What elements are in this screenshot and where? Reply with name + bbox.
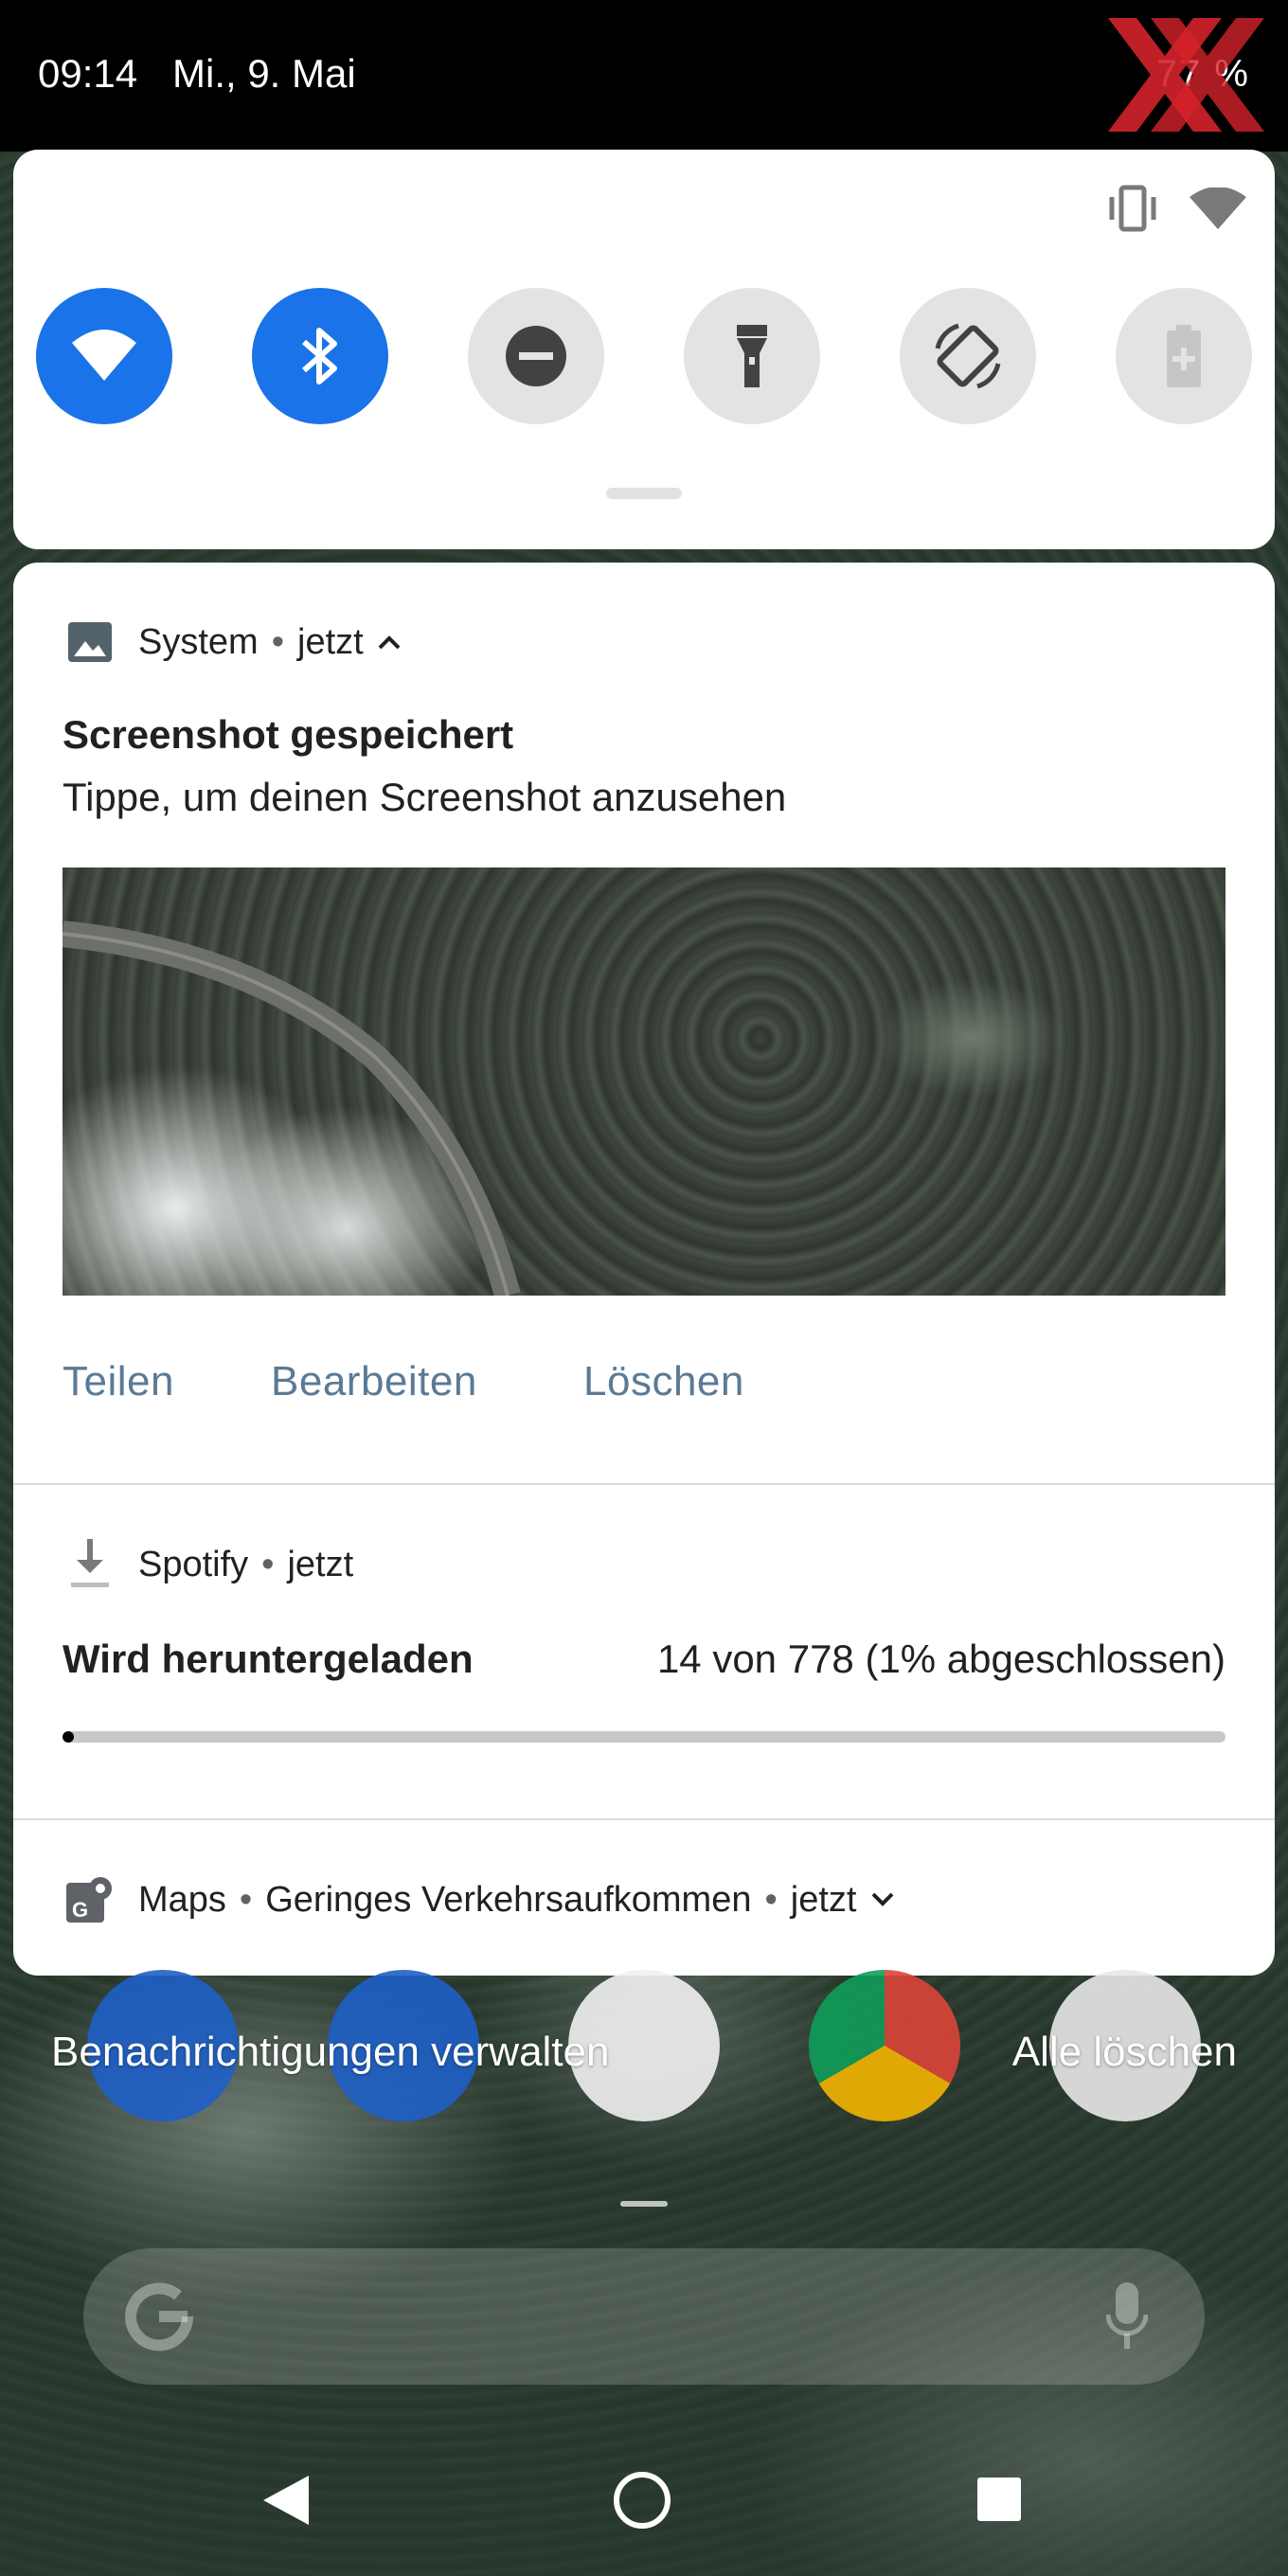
app-drawer-handle[interactable]	[620, 2201, 668, 2207]
chevron-down-icon[interactable]	[870, 1891, 895, 1908]
home-icon[interactable]	[612, 2470, 672, 2531]
delete-button[interactable]: Löschen	[583, 1358, 744, 1405]
download-title[interactable]: Wird heruntergeladen	[63, 1637, 474, 1682]
notification-time: jetzt	[790, 1879, 857, 1920]
quick-settings-panel	[13, 150, 1275, 549]
screenshot-notification-header[interactable]: System • jetzt	[66, 614, 402, 671]
status-bar: 09:14 Mi., 9. Mai 77 %	[0, 0, 1288, 152]
notification-app-name: Maps	[138, 1879, 226, 1920]
recents-icon[interactable]	[975, 2476, 1023, 2523]
auto-rotate-toggle[interactable]	[900, 288, 1036, 424]
status-date: Mi., 9. Mai	[172, 51, 356, 96]
notification-subtext: Geringes Verkehrsaufkommen	[265, 1879, 752, 1920]
svg-text:G: G	[72, 1898, 88, 1922]
flashlight-icon	[737, 325, 767, 387]
bluetooth-toggle[interactable]	[252, 288, 388, 424]
download-progress-fill	[63, 1731, 75, 1743]
notification-app-name: Spotify	[138, 1544, 249, 1584]
download-progress-bar	[63, 1731, 1225, 1743]
notification-title[interactable]: Screenshot gespeichert	[63, 712, 513, 758]
share-button[interactable]: Teilen	[63, 1358, 174, 1405]
microphone-icon[interactable]	[1106, 2282, 1148, 2351]
maps-notification-header[interactable]: G Maps • Geringes Verkehrsaufkommen • je…	[66, 1871, 895, 1928]
battery-saver-toggle[interactable]	[1116, 288, 1252, 424]
quick-settings-drag-handle[interactable]	[606, 488, 682, 499]
spotify-notification-header[interactable]: Spotify • jetzt	[66, 1536, 353, 1593]
notification-time: jetzt	[287, 1544, 354, 1584]
notification-shade: System • jetzt Screenshot gespeichert Ti…	[13, 563, 1275, 1976]
download-progress-text: 14 von 778 (1% abgeschlossen)	[656, 1637, 1225, 1681]
qs-status-icons	[1104, 178, 1256, 235]
clear-all-button[interactable]: Alle löschen	[1012, 2029, 1237, 2076]
separator-dot: •	[239, 1879, 253, 1920]
bluetooth-icon	[302, 328, 337, 385]
image-icon	[66, 618, 114, 666]
notification-time: jetzt	[297, 621, 364, 662]
chrome-app-icon[interactable]	[809, 1970, 960, 2121]
wifi-icon	[72, 330, 136, 381]
chevron-up-icon[interactable]	[377, 634, 402, 651]
notification-divider	[13, 1818, 1275, 1820]
google-search-bar[interactable]	[83, 2248, 1205, 2385]
navigation-bar	[0, 2424, 1288, 2576]
manage-notifications-button[interactable]: Benachrichtigungen verwalten	[51, 2029, 610, 2076]
wifi-signal-icon	[1190, 188, 1246, 229]
status-time: 09:14	[38, 51, 138, 96]
separator-dot: •	[271, 621, 285, 662]
notification-app-name: System	[138, 621, 259, 662]
watermark-logo	[1108, 18, 1264, 132]
google-g-icon	[125, 2282, 194, 2352]
edit-button[interactable]: Bearbeiten	[271, 1358, 477, 1405]
separator-dot: •	[764, 1879, 778, 1920]
do-not-disturb-toggle[interactable]	[468, 288, 604, 424]
notification-divider	[13, 1483, 1275, 1485]
auto-rotate-icon	[935, 323, 1001, 389]
back-icon[interactable]	[261, 2474, 311, 2527]
battery-saver-icon	[1167, 325, 1201, 387]
wifi-toggle[interactable]	[36, 288, 172, 424]
notification-text[interactable]: Tippe, um deinen Screenshot anzusehen	[63, 775, 786, 820]
flashlight-toggle[interactable]	[684, 288, 820, 424]
vibrate-icon	[1109, 185, 1156, 232]
separator-dot: •	[261, 1544, 275, 1584]
do-not-disturb-icon	[506, 326, 566, 386]
maps-icon: G	[66, 1876, 114, 1923]
screenshot-preview-image[interactable]	[63, 868, 1225, 1296]
download-icon	[66, 1539, 114, 1588]
